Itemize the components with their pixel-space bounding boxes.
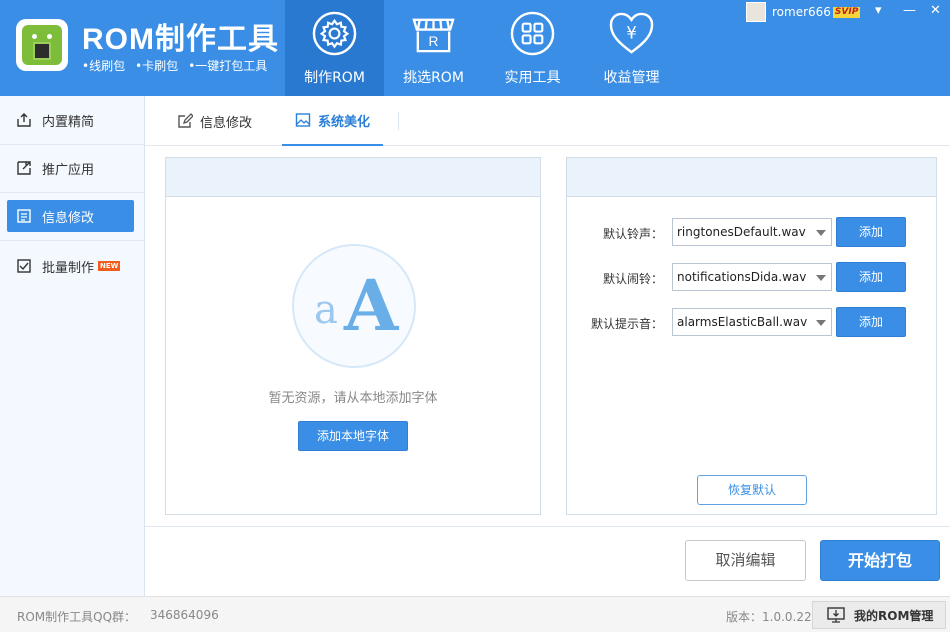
gear-icon [312,11,357,56]
sound-panel: 默认铃声： ringtonesDefault.wav 添加 默认闹铃： noti… [566,157,937,515]
my-rom-label: 我的ROM管理 [854,608,934,623]
sidebar-item-builtin-slim[interactable]: 内置精简 [7,104,134,136]
cancel-edit-button[interactable]: 取消编辑 [685,540,806,581]
title-bar: ROM制作工具 •线刷包 •卡刷包 •一键打包工具 制作ROM R 挑选ROM … [0,0,950,96]
sidebar: 内置精简 推广应用 信息修改 批量制作 NEW [0,96,145,596]
nav-tools[interactable]: 实用工具 [483,0,582,96]
start-pack-button[interactable]: 开始打包 [820,540,940,581]
tab-bar: 信息修改 系统美化 [145,96,950,146]
chevron-down-icon [816,320,826,326]
feature-one-click: •一键打包工具 [188,59,268,73]
panel-header [567,158,936,197]
main-nav: 制作ROM R 挑选ROM 实用工具 ¥ 收益管理 [285,0,681,96]
notification-label: 默认提示音： [590,317,663,331]
grid-icon [510,11,555,56]
my-rom-manage-button[interactable]: 我的ROM管理 [812,601,946,629]
chevron-down-icon [816,275,826,281]
nav-label: 收益管理 [603,70,660,86]
panel-header [166,158,540,197]
divider [0,240,144,241]
restore-default-button[interactable]: 恢复默认 [697,475,807,505]
batch-icon [17,259,31,273]
sidebar-item-label: 信息修改 [42,210,95,226]
ringtone-select[interactable]: ringtonesDefault.wav [672,218,832,246]
divider [0,192,144,193]
app-title: ROM制作工具 [82,23,279,56]
nav-earnings[interactable]: ¥ 收益管理 [582,0,681,96]
qq-group-number: 346864096 [150,608,219,622]
divider [145,526,950,527]
avatar[interactable] [746,2,766,22]
vip-badge: SVIP [832,6,861,18]
user-info[interactable]: romer666 SVIP [746,2,861,22]
ringtone-label: 默认铃声： [602,227,663,241]
empty-state-text: 暂无资源，请从本地添加字体 [268,391,438,406]
tab-info-edit[interactable]: 信息修改 [177,96,252,146]
sidebar-item-promote-apps[interactable]: 推广应用 [7,152,134,184]
ringtone-value: ringtonesDefault.wav [677,225,806,239]
svg-text:R: R [429,34,439,49]
svg-text:¥: ¥ [626,23,637,42]
image-icon [295,113,311,127]
info-icon [17,209,31,223]
menu-dropdown-button[interactable]: ▾ [875,3,882,19]
yen-heart-icon: ¥ [609,12,654,54]
add-local-font-button[interactable]: 添加本地字体 [298,421,408,451]
export-icon [17,161,31,175]
nav-label: 挑选ROM [403,70,464,86]
sidebar-item-batch-make[interactable]: 批量制作 NEW [7,250,134,282]
sidebar-item-label: 批量制作 [42,260,95,276]
divider [398,112,399,130]
version-text: 版本：1.0.0.22 [726,610,812,624]
tab-system-beautify[interactable]: 系统美化 [282,96,384,146]
alarm-value: notificationsDida.wav [677,270,807,284]
add-alarm-button[interactable]: 添加 [836,262,906,292]
tab-label: 信息修改 [200,115,253,131]
feature-line-flash: •线刷包 [82,59,126,73]
close-button[interactable]: ✕ [930,3,941,19]
sidebar-item-label: 推广应用 [42,162,95,178]
add-notification-button[interactable]: 添加 [836,307,906,337]
minimize-button[interactable]: — [903,3,916,19]
alarm-label: 默认闹铃： [602,272,663,286]
alarm-select[interactable]: notificationsDida.wav [672,263,832,291]
nav-pick-rom[interactable]: R 挑选ROM [384,0,483,96]
add-ringtone-button[interactable]: 添加 [836,217,906,247]
new-badge: NEW [98,261,121,271]
username[interactable]: romer666 [772,5,831,19]
nav-label: 实用工具 [504,70,561,86]
tab-label: 系统美化 [318,114,371,130]
chevron-down-icon [816,230,826,236]
nav-label: 制作ROM [304,70,365,86]
notification-select[interactable]: alarmsElasticBall.wav [672,308,832,336]
feature-card-flash: •卡刷包 [135,59,179,73]
edit-icon [178,113,193,128]
store-icon: R [412,18,455,53]
monitor-icon [827,607,845,623]
divider [0,144,144,145]
font-icon: aA [292,244,416,368]
sidebar-item-info-edit[interactable]: 信息修改 [7,200,134,232]
nav-make-rom[interactable]: 制作ROM [285,0,384,96]
qq-group-label: ROM制作工具QQ群： [17,610,137,624]
upload-icon [17,113,31,127]
font-panel: aA 暂无资源，请从本地添加字体 添加本地字体 [165,157,541,515]
notification-value: alarmsElasticBall.wav [677,315,808,329]
status-bar: ROM制作工具QQ群： 346864096 版本：1.0.0.22 我的ROM管… [0,596,950,632]
android-logo-icon [16,19,68,71]
sidebar-item-label: 内置精简 [42,114,95,130]
app-features: •线刷包 •卡刷包 •一键打包工具 [82,57,277,74]
